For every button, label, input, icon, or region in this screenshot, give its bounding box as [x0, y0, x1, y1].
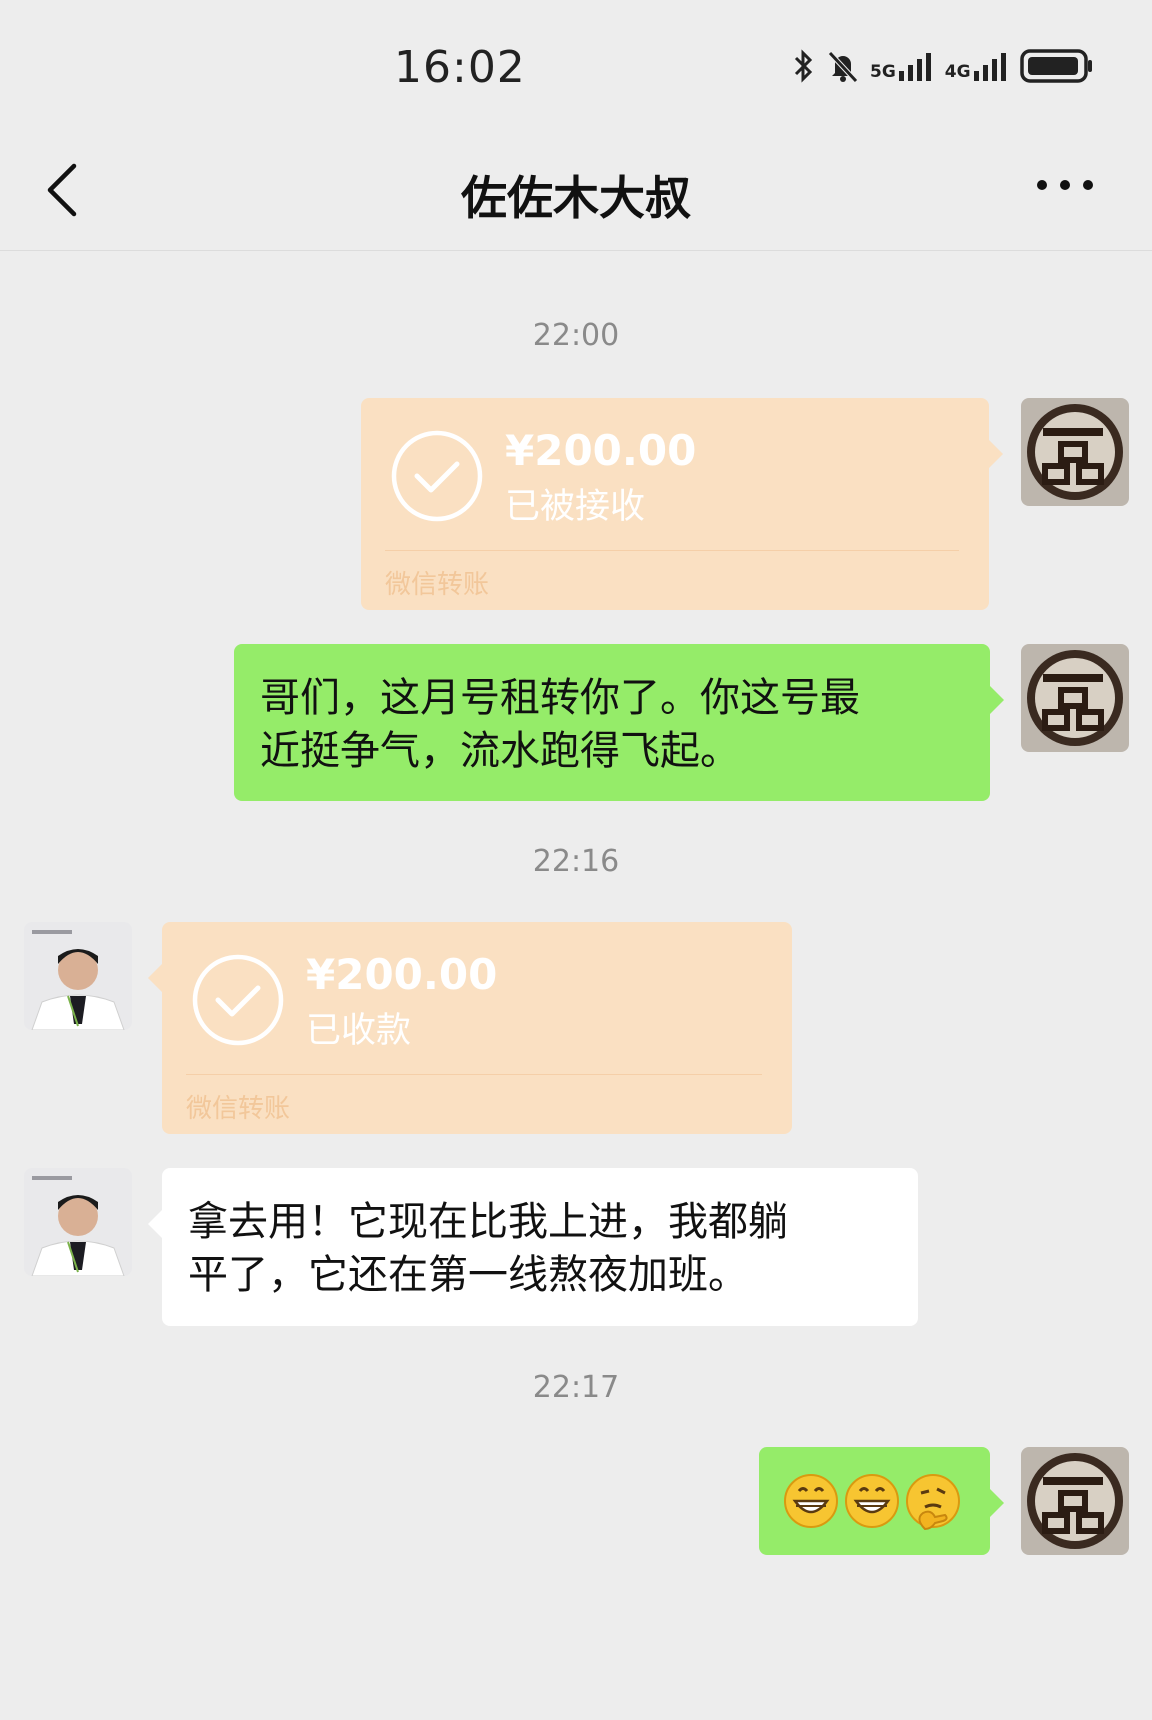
transfer-footer: 微信转账: [186, 1094, 291, 1124]
status-icons: 5G 4G: [792, 46, 1094, 86]
transfer-status: 已收款: [306, 1011, 412, 1051]
net-label-4g: 4G: [944, 62, 971, 82]
card-divider: [385, 550, 959, 551]
self-avatar[interactable]: [1021, 644, 1129, 752]
timestamp: 22:16: [532, 844, 620, 879]
transfer-amount: ¥200.00: [505, 426, 697, 475]
transfer-card-received[interactable]: ¥200.00 已收款 微信转账: [148, 922, 792, 1134]
bubble-tail: [990, 1489, 1004, 1517]
chat-header: 佐佐木大叔: [0, 120, 1152, 251]
bubble-tail: [148, 964, 162, 992]
more-button[interactable]: [1030, 170, 1100, 200]
signal-4g-icon: 4G: [945, 51, 1010, 81]
bluetooth-icon: [792, 49, 816, 83]
emoji-bubble-sent[interactable]: [759, 1447, 1004, 1555]
message-line: 平了，它还在第一线熬夜加班。: [188, 1252, 748, 1298]
card-divider: [186, 1074, 762, 1075]
transfer-footer: 微信转账: [385, 570, 490, 600]
bubble-tail: [989, 440, 1003, 468]
transfer-amount: ¥200.00: [306, 950, 498, 999]
net-label-5g: 5G: [870, 62, 896, 82]
message-line: 哥们，这月号租转你了。你这号最: [260, 675, 860, 721]
grin-emoji: [783, 1473, 839, 1543]
status-time: 16:02: [394, 42, 526, 93]
contact-avatar[interactable]: [24, 922, 132, 1030]
message-line: 拿去用！它现在比我上进，我都躺: [188, 1199, 788, 1245]
timestamp: 22:00: [532, 318, 620, 353]
bubble-tail: [990, 686, 1004, 714]
message-line: 近挺争气，流水跑得飞起。: [260, 728, 740, 774]
transfer-card-sent[interactable]: ¥200.00 已被接收 微信转账: [361, 398, 1003, 610]
check-circle-icon: [391, 430, 483, 522]
grin-emoji: [844, 1473, 900, 1543]
more-dots-icon: [1030, 180, 1100, 204]
signal-5g-icon: 5G: [870, 51, 935, 81]
timestamp: 22:17: [532, 1370, 620, 1405]
transfer-status: 已被接收: [505, 487, 646, 527]
message-bubble-sent[interactable]: 哥们，这月号租转你了。你这号最 近挺争气，流水跑得飞起。: [234, 644, 1004, 801]
mute-bell-icon: [826, 49, 860, 83]
self-avatar[interactable]: [1021, 1447, 1129, 1555]
bubble-tail: [148, 1210, 162, 1238]
chat-title: 佐佐木大叔: [461, 171, 691, 225]
check-circle-icon: [192, 954, 284, 1046]
thinking-emoji: [905, 1473, 963, 1545]
self-avatar[interactable]: [1021, 398, 1129, 506]
battery-icon: [1019, 48, 1094, 84]
message-bubble-received[interactable]: 拿去用！它现在比我上进，我都躺 平了，它还在第一线熬夜加班。: [148, 1168, 918, 1326]
contact-avatar[interactable]: [24, 1168, 132, 1276]
